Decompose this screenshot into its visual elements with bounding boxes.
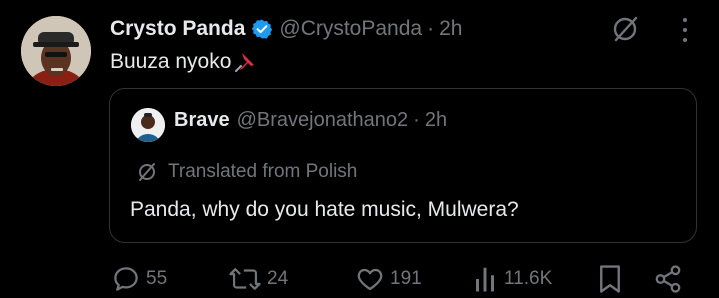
bookmark-icon (600, 265, 620, 293)
pin-emoji-icon (233, 50, 257, 74)
quoted-post-timestamp[interactable]: 2h (425, 109, 447, 132)
quoted-author-handle[interactable]: @Bravejonathano2 (237, 109, 409, 132)
author-display-name[interactable]: Crysto Panda (110, 17, 245, 41)
repost-icon (229, 268, 261, 290)
author-avatar[interactable] (21, 16, 91, 86)
post-actions: 55 24 191 11.6K (0, 262, 719, 298)
share-button[interactable] (653, 262, 683, 296)
views-chart-icon (476, 267, 494, 292)
like-button[interactable]: 191 (355, 262, 422, 296)
quoted-post-text: Panda, why do you hate music, Mulwera? (130, 198, 519, 221)
post-text-content: Buuza nyoko (110, 50, 232, 73)
heart-icon (357, 268, 383, 291)
grok-translate-icon (139, 163, 155, 181)
post-text: Buuza nyoko (110, 50, 257, 74)
views-count: 11.6K (504, 268, 553, 289)
reply-button[interactable]: 55 (111, 262, 167, 296)
repost-button[interactable]: 24 (228, 262, 288, 296)
reply-icon (114, 267, 138, 291)
bookmark-button[interactable] (597, 262, 623, 296)
views-button[interactable]: 11.6K (473, 262, 552, 296)
translated-indicator[interactable]: Translated from Polish (136, 161, 357, 183)
quoted-author-display-name[interactable]: Brave (174, 109, 230, 132)
share-icon (655, 265, 681, 293)
reply-count: 55 (146, 268, 168, 289)
post-timestamp[interactable]: 2h (439, 17, 462, 41)
quoted-author-avatar[interactable] (131, 108, 165, 142)
post-header: Crysto Panda @CrystoPanda · 2h (110, 12, 462, 46)
repost-count: 24 (267, 268, 289, 289)
separator-dot: · (413, 109, 420, 131)
author-handle[interactable]: @CrystoPanda (279, 17, 422, 41)
verified-badge-icon[interactable] (251, 18, 273, 40)
translated-label: Translated from Polish (168, 161, 358, 182)
grok-icon[interactable] (610, 14, 640, 44)
separator-dot: · (427, 17, 435, 40)
quoted-post-header: Brave @Bravejonathano2 · 2h (174, 109, 447, 132)
more-options-icon[interactable] (676, 18, 694, 42)
like-count: 191 (390, 268, 422, 289)
quoted-post[interactable]: Brave @Bravejonathano2 · 2h Translated f… (109, 88, 697, 243)
